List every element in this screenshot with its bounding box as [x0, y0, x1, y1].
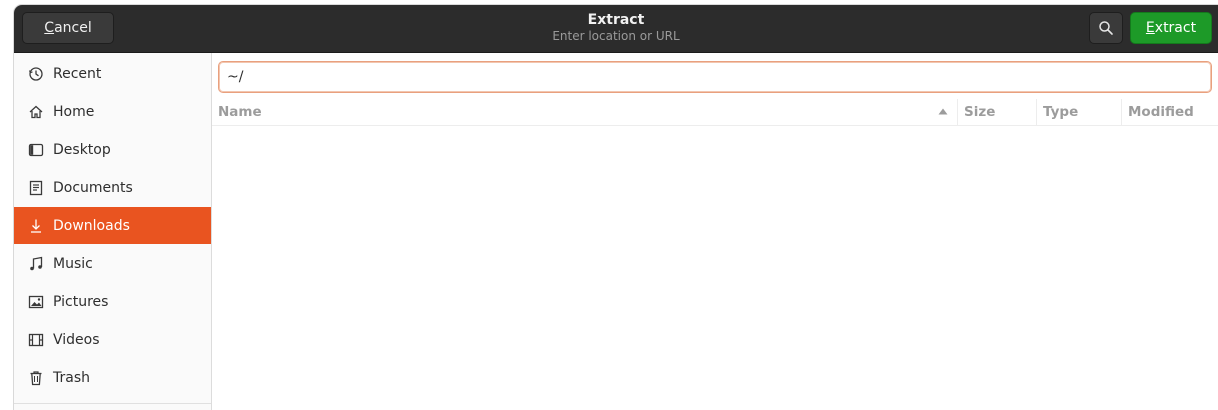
music-icon	[28, 256, 44, 272]
sidebar-item-downloads[interactable]: Downloads	[14, 207, 211, 244]
column-header-name[interactable]: Name	[212, 99, 957, 125]
sidebar-divider	[14, 403, 211, 404]
sidebar-item-label: Home	[53, 103, 95, 120]
sidebar-item-label: Videos	[53, 331, 100, 348]
sidebar-item-videos[interactable]: Videos	[14, 321, 211, 358]
sidebar-item-label: Desktop	[53, 141, 111, 158]
sidebar-item-label: Music	[53, 255, 93, 272]
search-button[interactable]	[1089, 12, 1123, 44]
title-area: Extract Enter location or URL	[14, 12, 1218, 44]
column-header-size[interactable]: Size	[957, 99, 1036, 125]
sidebar-item-label: Trash	[53, 369, 90, 386]
cancel-button[interactable]: Cancel	[22, 12, 114, 44]
cancel-label-mnemonic: C	[44, 20, 55, 36]
dialog-subtitle: Enter location or URL	[552, 29, 680, 43]
column-header-row: Name Size Type Modified	[212, 99, 1218, 126]
extract-label-mnemonic: E	[1145, 20, 1155, 36]
trash-icon	[28, 370, 44, 386]
picture-icon	[28, 294, 44, 310]
cancel-label-rest: ancel	[54, 20, 92, 36]
sidebar-item-pictures[interactable]: Pictures	[14, 283, 211, 320]
file-list-empty-area[interactable]	[212, 126, 1218, 410]
sidebar-item-trash[interactable]: Trash	[14, 359, 211, 396]
sidebar-item-recent[interactable]: Recent	[14, 55, 211, 92]
document-icon	[28, 180, 44, 196]
sidebar-item-music[interactable]: Music	[14, 245, 211, 282]
extract-label-rest: xtract	[1154, 20, 1197, 36]
video-icon	[28, 332, 44, 348]
sort-ascending-icon	[938, 108, 948, 115]
search-icon	[1099, 21, 1113, 35]
extract-dialog: Cancel Extract Enter location or URL Ext…	[14, 5, 1218, 410]
column-header-type[interactable]: Type	[1036, 99, 1121, 125]
column-modified-label: Modified	[1128, 104, 1194, 120]
column-header-modified[interactable]: Modified	[1121, 99, 1218, 125]
column-name-label: Name	[218, 104, 262, 120]
sidebar-item-label: Pictures	[53, 293, 109, 310]
home-icon	[28, 104, 44, 120]
sidebar-item-label: Documents	[53, 179, 133, 196]
places-sidebar: Recent Home Desktop Documents Downloads	[14, 53, 212, 410]
download-icon	[28, 218, 44, 234]
desktop-icon	[28, 142, 44, 158]
extract-button[interactable]: Extract	[1130, 12, 1212, 44]
column-type-label: Type	[1043, 104, 1079, 120]
sidebar-item-desktop[interactable]: Desktop	[14, 131, 211, 168]
dialog-title: Extract	[587, 12, 645, 28]
sidebar-item-documents[interactable]: Documents	[14, 169, 211, 206]
column-size-label: Size	[964, 104, 996, 120]
sidebar-item-label: Downloads	[53, 217, 130, 234]
sidebar-item-home[interactable]: Home	[14, 93, 211, 130]
sidebar-item-label: Recent	[53, 65, 102, 82]
header-bar: Cancel Extract Enter location or URL Ext…	[14, 5, 1218, 53]
file-chooser-main: Name Size Type Modified	[212, 53, 1218, 410]
clock-icon	[28, 66, 44, 82]
location-input[interactable]	[218, 61, 1212, 93]
